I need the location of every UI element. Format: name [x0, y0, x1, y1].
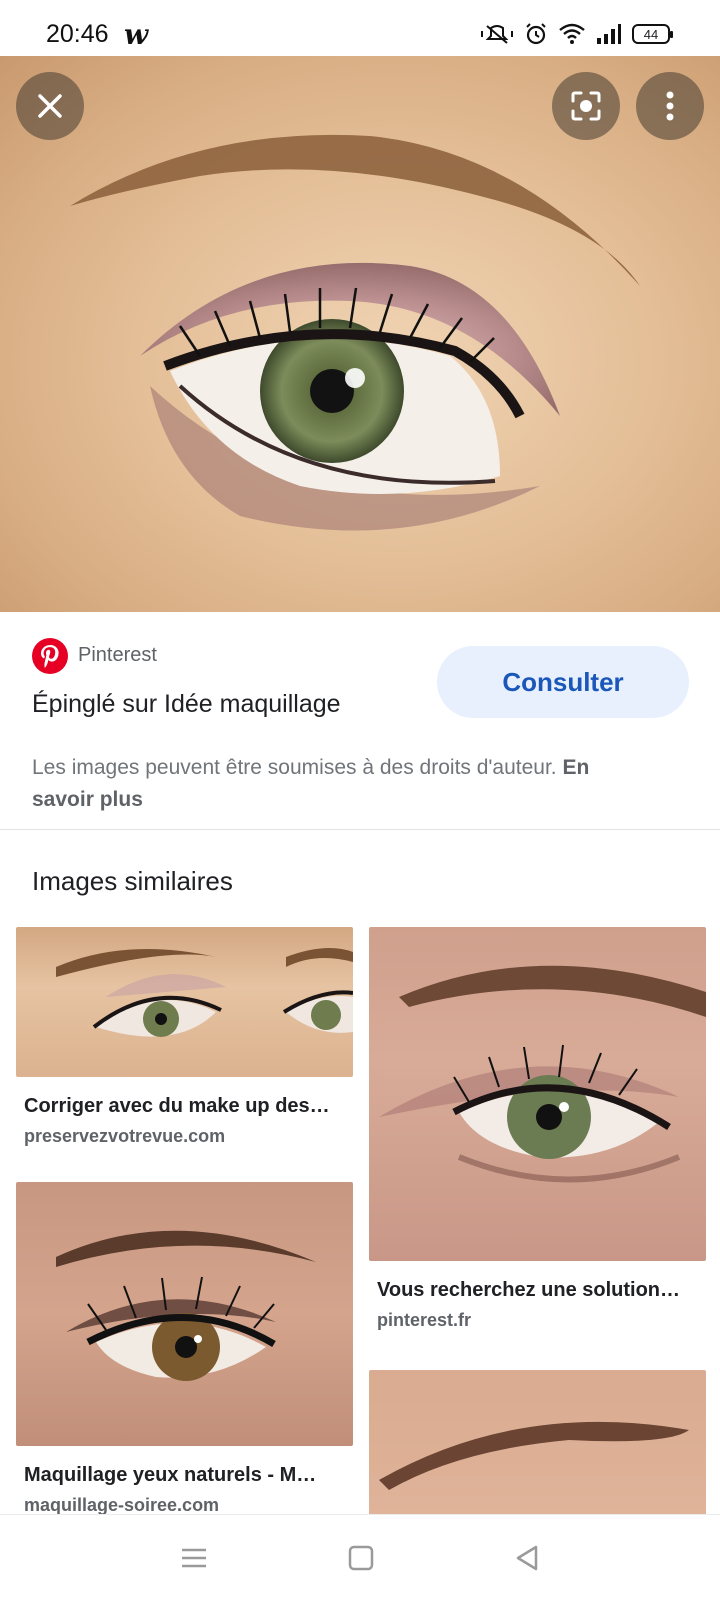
similar-image-card[interactable]: Vous recherchez une solution… pinterest.…: [369, 927, 706, 1331]
similar-image-card[interactable]: Corriger avec du make up des… preservezv…: [16, 927, 353, 1147]
lens-search-button[interactable]: [552, 72, 620, 140]
more-vert-icon: [666, 91, 674, 121]
wifi-icon: [559, 23, 585, 44]
similar-image-thumbnail[interactable]: [369, 927, 706, 1261]
status-time: 20:46: [46, 20, 109, 48]
hero-image[interactable]: [0, 56, 720, 612]
battery-icon: 44: [632, 24, 673, 44]
copyright-notice: Les images peuvent être soumises à des d…: [32, 752, 632, 816]
source-title[interactable]: Épinglé sur Idée maquillage: [32, 690, 341, 719]
eye-makeup-thumbnail: [56, 948, 353, 1037]
home-icon[interactable]: [348, 1545, 374, 1571]
eye-makeup-thumbnail: [379, 965, 706, 1183]
eyebrow-thumbnail: [379, 1421, 689, 1490]
close-icon: [38, 94, 62, 118]
similar-image-thumbnail[interactable]: [369, 1370, 706, 1520]
copyright-text: Les images peuvent être soumises à des d…: [32, 756, 557, 779]
similar-image-card[interactable]: [369, 1370, 706, 1520]
eye-makeup-thumbnail: [56, 1230, 316, 1381]
status-bar: 20:46 w 44: [0, 0, 720, 56]
similar-image-source: maquillage-soiree.com: [24, 1495, 220, 1515]
status-icons: 44: [480, 22, 673, 46]
visit-button[interactable]: Consulter: [437, 646, 689, 718]
similar-images-heading: Images similaires: [32, 866, 233, 896]
signal-icon: [597, 24, 621, 44]
mute-vibrate-icon: [481, 25, 513, 44]
similar-image-thumbnail[interactable]: [16, 927, 353, 1077]
menu-icon[interactable]: [180, 1546, 208, 1570]
similar-image-title: Vous recherchez une solution…: [377, 1279, 681, 1301]
similar-image-source: pinterest.fr: [377, 1310, 472, 1330]
more-options-button[interactable]: [636, 72, 704, 140]
similar-image-source: preservezvotrevue.com: [24, 1126, 226, 1146]
source-site-name[interactable]: Pinterest: [78, 644, 157, 667]
app-notification-icon: w: [124, 18, 149, 51]
similar-image-title: Corriger avec du make up des…: [24, 1095, 330, 1117]
similar-image-thumbnail[interactable]: [16, 1182, 353, 1446]
alarm-icon: [526, 23, 546, 45]
eye-makeup-image: [70, 134, 640, 531]
close-button[interactable]: [16, 72, 84, 140]
pinterest-logo-icon: [32, 638, 68, 674]
similar-image-card[interactable]: Maquillage yeux naturels - M… maquillage…: [16, 1182, 353, 1516]
similar-image-title: Maquillage yeux naturels - M…: [24, 1464, 317, 1486]
system-nav-bar: [0, 1514, 720, 1600]
source-panel: Pinterest Épinglé sur Idée maquillage Co…: [0, 612, 720, 830]
lens-icon: [571, 91, 601, 121]
back-icon[interactable]: [514, 1544, 540, 1572]
